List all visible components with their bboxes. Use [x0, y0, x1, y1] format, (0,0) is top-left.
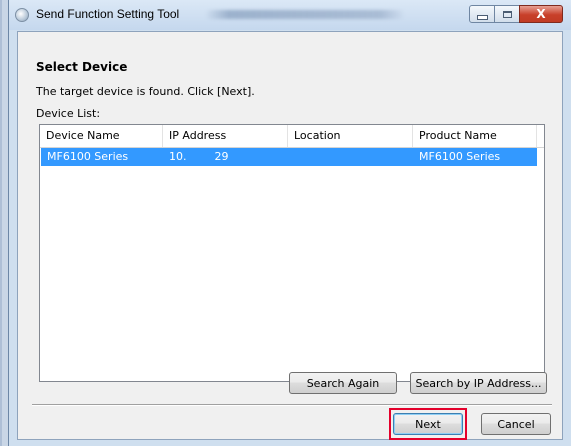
next-button-highlight	[389, 408, 467, 440]
device-list-header: Device Name IP Address Location Product …	[40, 125, 544, 148]
device-list[interactable]: Device Name IP Address Location Product …	[39, 124, 545, 382]
column-header-device-name[interactable]: Device Name	[40, 125, 163, 147]
app-icon	[15, 8, 29, 22]
search-by-ip-button[interactable]: Search by IP Address...	[410, 372, 547, 394]
cancel-button[interactable]: Cancel	[481, 413, 551, 435]
window-title: Send Function Setting Tool	[36, 7, 180, 21]
page-title: Select Device	[36, 60, 128, 74]
minimize-icon	[476, 14, 488, 20]
cell-location	[288, 148, 413, 166]
close-icon: X	[536, 7, 546, 21]
column-header-location[interactable]: Location	[288, 125, 413, 147]
divider	[32, 404, 552, 406]
device-list-label: Device List:	[36, 107, 101, 120]
minimize-button[interactable]	[469, 5, 495, 23]
table-row[interactable]: MF6100 Series 10. 29 MF6100 Series	[41, 148, 537, 166]
blurred-title-text	[205, 10, 405, 19]
maximize-icon	[502, 10, 512, 18]
column-header-ip-address[interactable]: IP Address	[163, 125, 288, 147]
column-header-product-name[interactable]: Product Name	[413, 125, 537, 147]
desktop-background	[0, 0, 8, 446]
title-bar[interactable]: Send Function Setting Tool X	[9, 0, 571, 30]
instruction-text: The target device is found. Click [Next]…	[36, 85, 255, 98]
dialog-window: Send Function Setting Tool X Select Devi…	[8, 0, 571, 446]
cell-ip-address: 10. 29	[169, 150, 229, 163]
maximize-button[interactable]	[494, 5, 520, 23]
dialog-client-area: Select Device The target device is found…	[17, 31, 563, 440]
cell-product-name: MF6100 Series	[419, 150, 501, 163]
cell-device-name: MF6100 Series	[47, 150, 129, 163]
search-again-button[interactable]: Search Again	[289, 372, 397, 394]
close-button[interactable]: X	[519, 5, 563, 23]
